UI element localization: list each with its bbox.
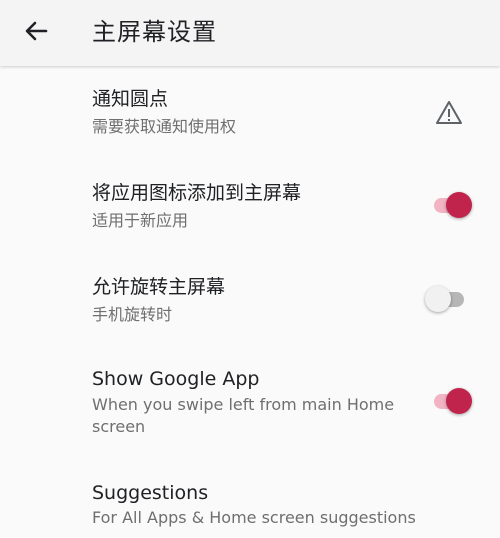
toggle-thumb (446, 388, 472, 414)
setting-title: 允许旋转主屏幕 (92, 276, 226, 298)
setting-show-google-app[interactable]: Show Google App When you swipe left from… (0, 362, 500, 452)
app-bar: 主屏幕设置 (0, 0, 500, 66)
setting-subtitle: 手机旋转时 (92, 305, 173, 324)
setting-allow-rotation[interactable]: 允许旋转主屏幕 手机旋转时 (0, 268, 500, 348)
toggle-thumb (446, 192, 472, 218)
back-arrow-icon[interactable] (18, 14, 54, 50)
setting-subtitle: When you swipe left from main Home scree… (92, 395, 395, 436)
setting-title: 通知圆点 (92, 88, 169, 110)
setting-title: Show Google App (92, 368, 260, 390)
warning-icon[interactable] (434, 99, 464, 127)
toggle-thumb (425, 286, 451, 312)
allow-rotation-toggle[interactable] (425, 284, 474, 314)
add-icon-toggle[interactable] (430, 190, 478, 220)
setting-subtitle: For All Apps & Home screen suggestions (92, 508, 416, 527)
setting-title: Suggestions (92, 482, 209, 504)
setting-suggestions[interactable]: Suggestions For All Apps & Home screen s… (0, 478, 500, 538)
page-title: 主屏幕设置 (92, 18, 217, 46)
setting-add-icon-to-home[interactable]: 将应用图标添加到主屏幕 适用于新应用 (0, 174, 500, 254)
show-google-app-toggle[interactable] (430, 386, 478, 416)
setting-subtitle: 需要获取通知使用权 (92, 117, 237, 136)
setting-notification-dots[interactable]: 通知圆点 需要获取通知使用权 (0, 80, 500, 160)
setting-title: 将应用图标添加到主屏幕 (92, 182, 302, 204)
setting-subtitle: 适用于新应用 (92, 211, 189, 230)
